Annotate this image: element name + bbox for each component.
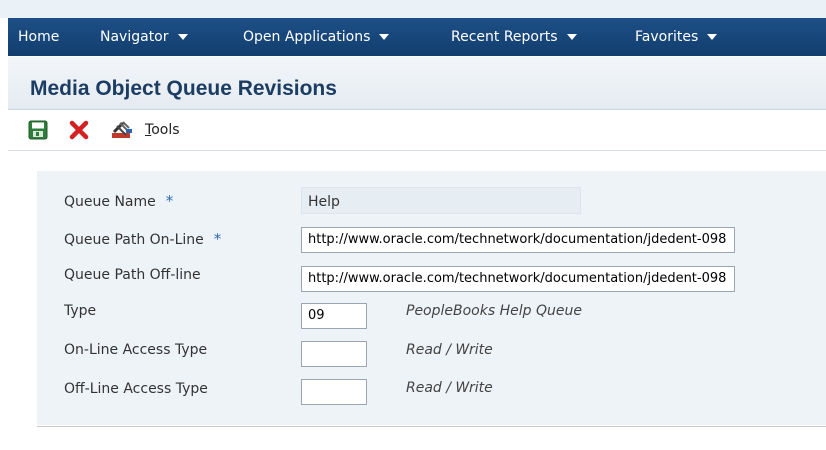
type-label: Type — [64, 303, 97, 319]
required-indicator: * — [165, 192, 174, 210]
online-access-description: Read / Write — [406, 342, 493, 358]
nav-home[interactable]: Home — [18, 18, 59, 56]
queue-name-label-text: Queue Name — [64, 194, 156, 210]
top-strip — [0, 0, 826, 18]
tools-label-rest: ools — [151, 122, 180, 138]
save-icon[interactable] — [28, 120, 48, 140]
queue-path-offline-label: Queue Path Off-line — [64, 267, 201, 283]
nav-favorites-label: Favorites — [635, 29, 699, 45]
nav-recent-reports[interactable]: Recent Reports — [451, 18, 577, 56]
offline-access-type-input[interactable] — [301, 379, 367, 405]
nav-favorites[interactable]: Favorites — [635, 18, 718, 56]
toolbar: Tools — [8, 110, 826, 151]
queue-name-label: Queue Name * — [64, 192, 173, 210]
queue-name-field: Help — [301, 187, 581, 214]
nav-navigator-label: Navigator — [100, 29, 169, 45]
nav-navigator[interactable]: Navigator — [100, 18, 188, 56]
required-indicator: * — [213, 230, 222, 248]
offline-access-type-label: Off-Line Access Type — [64, 381, 208, 397]
queue-path-online-label-text: Queue Path On-Line — [64, 232, 204, 248]
chevron-down-icon — [177, 34, 188, 40]
nav-home-label: Home — [18, 29, 60, 45]
tools-menu[interactable]: Tools — [145, 122, 180, 138]
nav-recent-reports-label: Recent Reports — [451, 29, 558, 45]
online-access-type-input[interactable] — [301, 341, 367, 367]
chevron-down-icon — [566, 34, 577, 40]
offline-access-description: Read / Write — [406, 380, 493, 396]
chevron-down-icon — [379, 34, 390, 40]
online-access-type-label: On-Line Access Type — [64, 342, 208, 358]
chevron-down-icon — [707, 34, 718, 40]
form-divider — [37, 426, 826, 427]
tools-icon[interactable] — [111, 120, 132, 140]
page-title: Media Object Queue Revisions — [30, 77, 337, 100]
nav-open-applications-label: Open Applications — [243, 29, 371, 45]
queue-path-online-label: Queue Path On-Line * — [64, 230, 221, 248]
navigation-bar: Home Navigator Open Applications Recent … — [8, 18, 826, 56]
queue-path-online-input[interactable]: http://www.oracle.com/technetwork/docume… — [301, 227, 735, 253]
title-bar: Media Object Queue Revisions — [8, 57, 826, 110]
cancel-icon[interactable] — [69, 120, 89, 140]
type-input[interactable]: 09 — [301, 303, 367, 329]
nav-open-applications[interactable]: Open Applications — [243, 18, 390, 56]
type-description: PeopleBooks Help Queue — [406, 303, 582, 319]
queue-path-offline-input[interactable]: http://www.oracle.com/technetwork/docume… — [301, 266, 735, 292]
